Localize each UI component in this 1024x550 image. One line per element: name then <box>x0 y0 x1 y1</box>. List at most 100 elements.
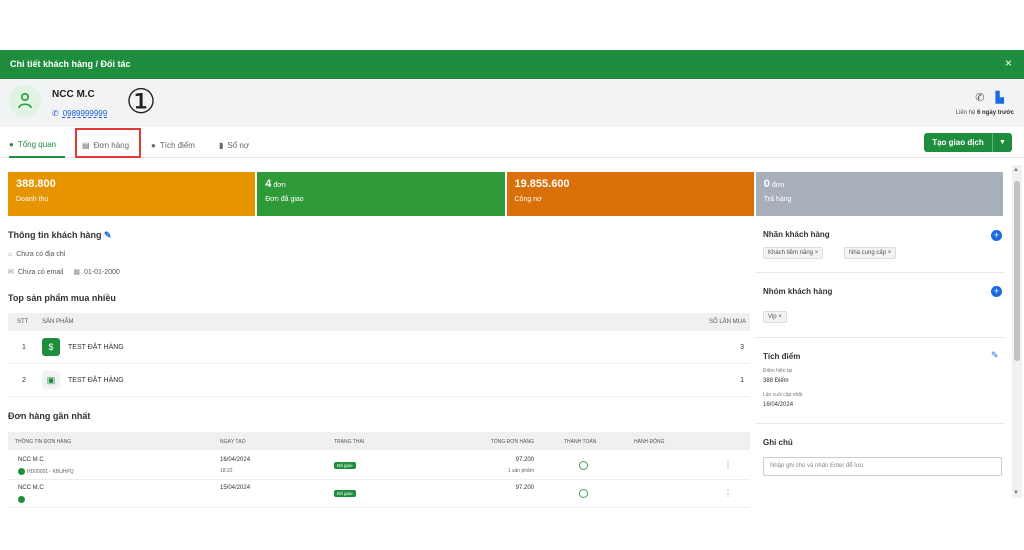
group-title: Nhóm khách hàng <box>763 287 833 296</box>
labels-title: Nhãn khách hàng <box>763 230 830 239</box>
table-row[interactable]: 1 $ TEST ĐẶT HÀNG 3 <box>8 332 750 364</box>
bookmark-icon: ▮ <box>219 140 224 150</box>
top-products-title: Top sản phẩm mua nhiều <box>8 293 116 303</box>
card-value: 0 <box>763 178 770 190</box>
divider <box>755 423 1005 424</box>
birthday-text: 01-01-2000 <box>84 269 120 276</box>
product-name[interactable]: TEST ĐẶT HÀNG <box>68 344 124 351</box>
remove-icon[interactable]: × <box>888 250 892 256</box>
order-qty: 1 sản phẩm <box>507 468 534 474</box>
col-action: HÀNH ĐỘNG <box>634 439 665 445</box>
note-title: Ghi chú <box>763 438 793 447</box>
card-revenue: 388.800 Doanh thu <box>8 172 256 216</box>
table-row[interactable]: NCC M.C HD00001 - KBUHPQ 16/04/2024 18:2… <box>8 453 750 480</box>
order-code[interactable] <box>18 496 27 503</box>
order-customer: NCC M.C <box>18 457 44 463</box>
col-stt: STT <box>17 319 29 325</box>
card-label: Trả hàng <box>763 196 792 203</box>
last-contact-prefix: Liên hệ <box>955 110 976 116</box>
call-icon[interactable]: ✆ <box>975 92 984 104</box>
note-input[interactable]: Nhập ghi chú và nhấn Enter để lưu <box>763 457 1002 476</box>
customer-info-title: Thông tin khách hàng ✎ <box>8 230 112 241</box>
create-transaction-button[interactable]: Tạo giao dịch ▼ <box>924 133 1012 152</box>
order-date: 15/04/2024 <box>220 485 251 491</box>
divider <box>755 337 1005 338</box>
add-group-icon[interactable]: + <box>991 286 1002 297</box>
order-code-text[interactable]: HD00001 - KBUHPQ <box>27 469 74 475</box>
col-count: SỐ LẦN MUA <box>708 319 746 325</box>
info-icon: ● <box>9 139 14 149</box>
card-value: 4 <box>265 178 272 190</box>
card-value: 388.800 <box>16 178 56 190</box>
highlight-box <box>75 128 141 158</box>
tab-label: Sổ nợ <box>227 140 250 150</box>
label-tag: Nhà cung cấp × <box>844 247 897 259</box>
scroll-up-icon[interactable]: ▲ <box>1013 167 1019 173</box>
payment-status-icon <box>579 461 588 470</box>
row-stt: 2 <box>22 377 26 384</box>
avatar <box>9 85 41 117</box>
col-total: TỔNG ĐƠN HÀNG <box>490 439 534 445</box>
email-icon: ✉ <box>8 269 14 276</box>
close-icon[interactable]: × <box>1005 56 1012 70</box>
tab-points[interactable]: ● Tích điểm <box>151 132 195 158</box>
remove-icon[interactable]: × <box>815 250 819 256</box>
tab-debt[interactable]: ▮ Sổ nợ <box>219 132 249 158</box>
status-badge: Đã giao <box>334 462 356 469</box>
scrollbar[interactable]: ▲ ▼ <box>1012 165 1022 498</box>
orders-table-header: THÔNG TIN ĐƠN HÀNG NGÀY TẠO TRẠNG THÁI T… <box>8 432 750 450</box>
tab-bar: ● Tổng quan ▤ Đơn hàng ● Tích điểm ▮ Sổ … <box>0 132 1024 158</box>
add-label-icon[interactable]: + <box>991 230 1002 241</box>
order-code[interactable]: HD00001 - KBUHPQ <box>18 468 74 475</box>
last-contact: Liên hệ 6 ngày trước <box>956 110 1014 116</box>
card-label: Công nợ <box>514 196 542 203</box>
window-title: Chi tiết khách hàng / Đối tác <box>10 59 131 69</box>
card-debt: 19.855.600 Công nợ <box>506 172 754 216</box>
email-text: Chưa có email <box>17 269 64 276</box>
more-options-icon[interactable]: ⋮ <box>724 461 732 470</box>
order-total: 97.200 <box>515 457 534 463</box>
last-update-label: Lần cuối cập nhật <box>763 392 803 398</box>
customer-phone[interactable]: ✆ 0989999999 <box>52 109 107 118</box>
divider <box>755 272 1005 273</box>
table-row[interactable]: NCC M.C 15/04/2024 Đã giao 97.200 ⋮ <box>8 481 750 508</box>
current-points: 388 Điểm <box>763 378 789 384</box>
col-order-info: THÔNG TIN ĐƠN HÀNG <box>15 439 72 445</box>
recent-orders-title: Đơn hàng gần nhất <box>8 411 91 421</box>
edit-icon[interactable]: ✎ <box>104 230 112 240</box>
card-unit: đơn <box>273 182 286 189</box>
scrollbar-thumb[interactable] <box>1014 181 1020 361</box>
card-value: 19.855.600 <box>514 178 570 190</box>
label-tag: Khách tiềm năng × <box>763 247 824 259</box>
calendar-icon: ▦ <box>73 269 80 276</box>
summary-cards: 388.800 Doanh thu 4 đơn Đơn đã giao 19.85… <box>8 172 1003 216</box>
remove-icon[interactable]: × <box>778 314 782 320</box>
card-delivered: 4 đơn Đơn đã giao <box>257 172 505 216</box>
purchase-count: 3 <box>740 344 744 351</box>
annotation-number: ① <box>125 82 157 122</box>
address-text: Chưa có địa chỉ <box>16 251 66 258</box>
chevron-down-icon[interactable]: ▼ <box>992 133 1012 152</box>
tab-overview[interactable]: ● Tổng quan <box>9 132 65 158</box>
label-tag-text: Khách tiềm năng <box>768 250 814 256</box>
col-date: NGÀY TẠO <box>220 439 246 445</box>
product-name[interactable]: TEST ĐẶT HÀNG <box>68 377 124 384</box>
order-date: 16/04/2024 <box>220 457 251 463</box>
card-unit: đơn <box>771 182 785 189</box>
customer-info-title-text: Thông tin khách hàng <box>8 230 102 240</box>
more-options-icon[interactable]: ⋮ <box>724 489 732 498</box>
chart-icon[interactable]: ▙ <box>996 92 1004 104</box>
phone-number[interactable]: 0989999999 <box>63 109 108 118</box>
edit-points-icon[interactable]: ✎ <box>991 350 999 361</box>
table-row[interactable]: 2 ▣ TEST ĐẶT HÀNG 1 <box>8 365 750 397</box>
card-label: Doanh thu <box>16 196 49 203</box>
tab-label: Tổng quan <box>17 139 57 149</box>
row-stt: 1 <box>22 344 26 351</box>
scroll-down-icon[interactable]: ▼ <box>1013 490 1019 496</box>
group-tag-text: Vip <box>768 314 777 320</box>
points-title: Tích điểm <box>763 352 801 361</box>
payment-status-icon <box>579 489 588 498</box>
customer-name: NCC M.C <box>52 89 95 100</box>
card-returns: 0 đơn Trả hàng <box>755 172 1003 216</box>
tab-label: Tích điểm <box>159 140 195 150</box>
